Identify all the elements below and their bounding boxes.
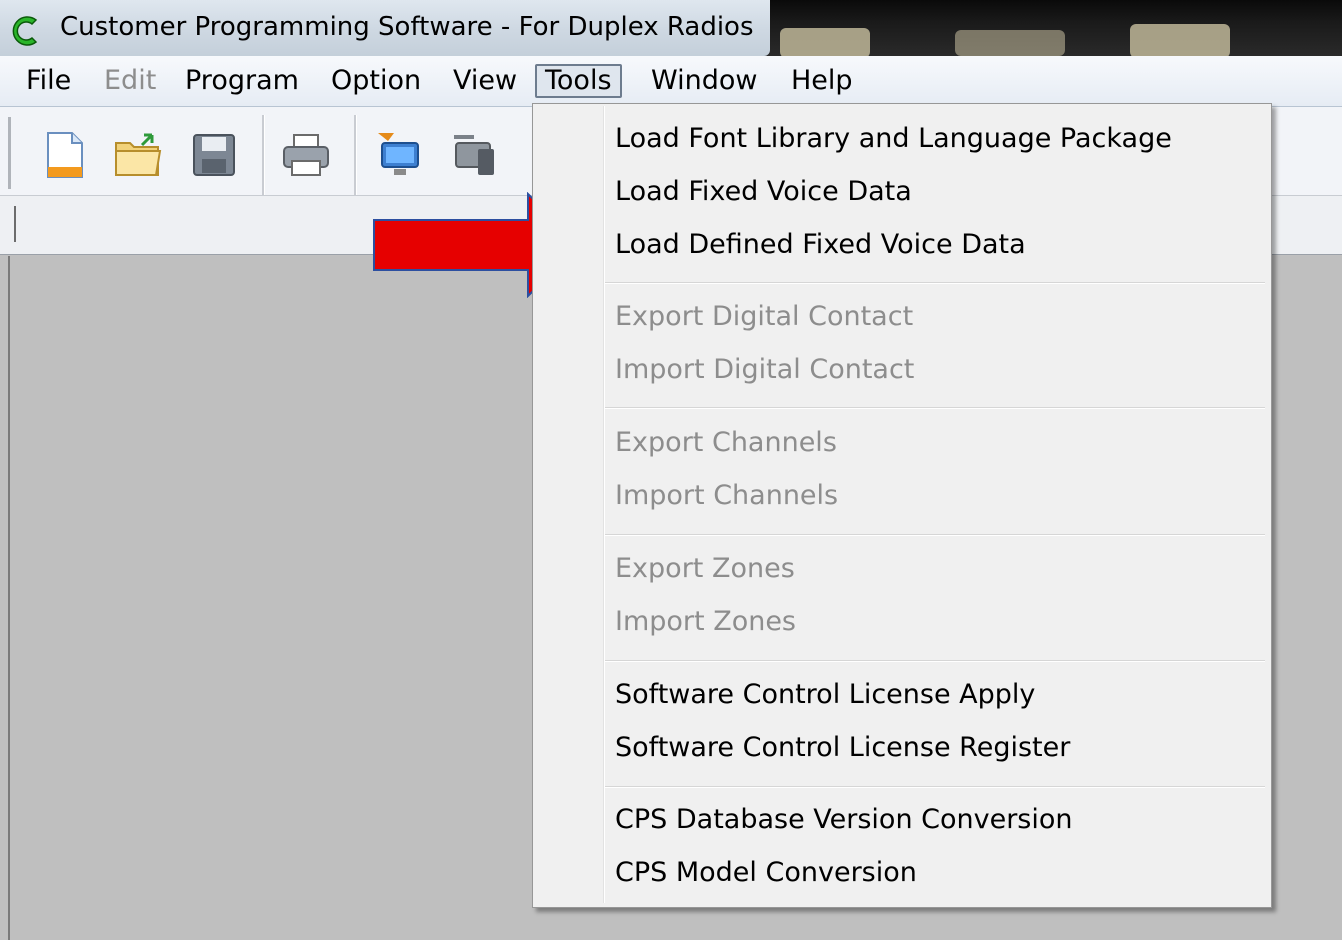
desktop-background-decoration <box>955 30 1065 56</box>
menu-item-load-defined-fixed-voice-data[interactable]: Load Defined Fixed Voice Data <box>615 223 1026 267</box>
write-to-radio-icon[interactable] <box>448 129 500 181</box>
menu-item-export-digital-contact[interactable]: Export Digital Contact <box>615 295 913 339</box>
menu-bar: File Edit Program Option View Tools Wind… <box>0 56 1342 107</box>
menu-item-import-digital-contact[interactable]: Import Digital Contact <box>615 348 914 392</box>
toolbar-grip[interactable] <box>14 206 16 242</box>
menu-item-license-register[interactable]: Software Control License Register <box>615 726 1070 770</box>
read-from-radio-icon[interactable] <box>372 129 424 181</box>
menu-item-load-font-library[interactable]: Load Font Library and Language Package <box>615 117 1172 161</box>
menu-item-load-fixed-voice-data[interactable]: Load Fixed Voice Data <box>615 170 912 214</box>
menu-separator <box>605 660 1265 662</box>
menu-separator <box>605 282 1265 284</box>
desktop-background-decoration <box>780 28 870 56</box>
menu-file[interactable]: File <box>18 64 79 98</box>
menu-tools[interactable]: Tools <box>535 64 622 98</box>
menu-item-database-version-conversion[interactable]: CPS Database Version Conversion <box>615 798 1073 842</box>
menu-icon-gutter <box>603 106 605 903</box>
open-folder-icon[interactable] <box>112 129 164 181</box>
toolbar-separator <box>354 115 357 195</box>
menu-option[interactable]: Option <box>323 64 429 98</box>
menu-help[interactable]: Help <box>783 64 861 98</box>
menu-separator <box>605 534 1265 536</box>
menu-item-export-channels[interactable]: Export Channels <box>615 421 837 465</box>
window-title: Customer Programming Software - For Dupl… <box>60 12 754 42</box>
desktop-background-decoration <box>1130 24 1230 56</box>
menu-item-import-channels[interactable]: Import Channels <box>615 474 838 518</box>
new-file-icon[interactable] <box>38 129 90 181</box>
toolbar-separator <box>262 115 265 195</box>
menu-item-import-zones[interactable]: Import Zones <box>615 600 796 644</box>
menu-program[interactable]: Program <box>177 64 307 98</box>
menu-item-model-conversion[interactable]: CPS Model Conversion <box>615 851 917 895</box>
tools-dropdown-menu: Load Font Library and Language Package L… <box>532 103 1272 908</box>
toolbar-grip[interactable] <box>8 117 11 189</box>
print-icon[interactable] <box>280 129 332 181</box>
menu-view[interactable]: View <box>445 64 525 98</box>
menu-separator <box>605 407 1265 409</box>
menu-item-license-apply[interactable]: Software Control License Apply <box>615 673 1035 717</box>
title-bar: Customer Programming Software - For Dupl… <box>0 0 1342 56</box>
menu-separator <box>605 786 1265 788</box>
save-icon[interactable] <box>188 129 240 181</box>
menu-window[interactable]: Window <box>643 64 765 98</box>
app-logo-icon <box>12 16 38 46</box>
menu-edit[interactable]: Edit <box>96 64 164 98</box>
menu-item-export-zones[interactable]: Export Zones <box>615 547 795 591</box>
